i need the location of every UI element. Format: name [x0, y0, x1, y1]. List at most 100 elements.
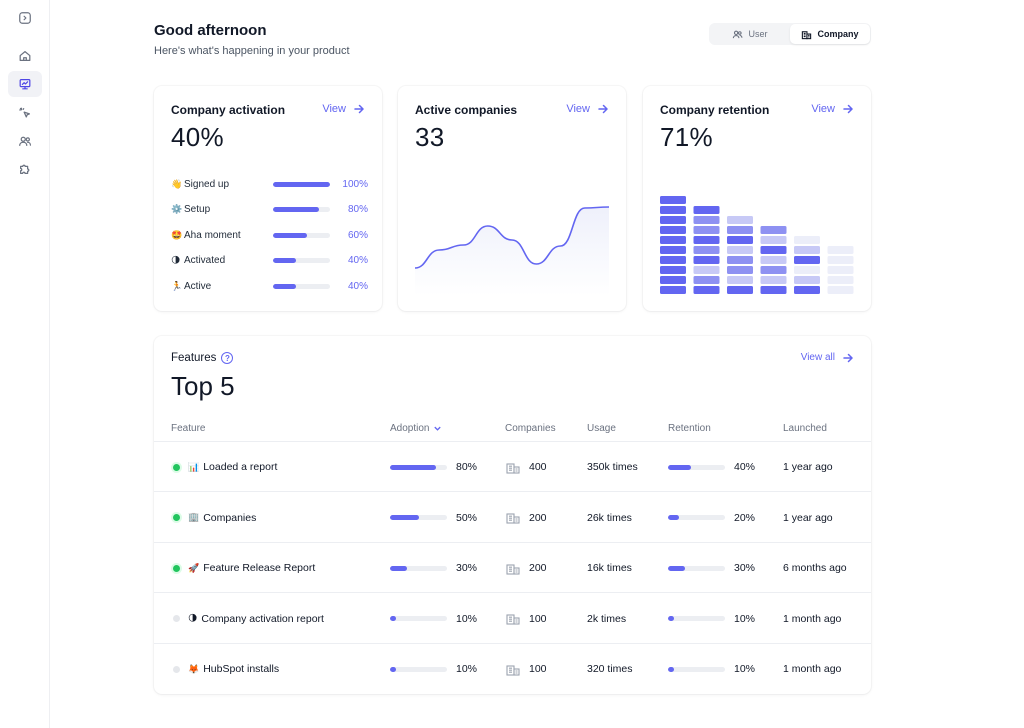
retention-percent: 30% [734, 562, 756, 574]
adoption-fill [390, 515, 419, 520]
toggle-company-button[interactable]: Company [790, 24, 870, 44]
table-row[interactable]: 🌗 Company activation report 10% 100 2k times… [154, 594, 871, 644]
retention-track [668, 616, 725, 621]
building-icon [802, 30, 812, 39]
building-icon [506, 563, 520, 575]
retention-cell: 20% [668, 493, 755, 543]
adoption-percent: 80% [456, 461, 478, 473]
usage-cell: 2k times [587, 612, 627, 625]
sidebar-item-users[interactable] [8, 128, 42, 154]
column-header-launched[interactable]: Launched [783, 423, 827, 434]
retention-track [668, 565, 725, 571]
launched-cell: 1 year ago [783, 511, 833, 524]
funnel-step: 🏃 Active 40% [171, 279, 368, 293]
retention-cell: 10% [668, 644, 755, 694]
usage-cell: 320 times [587, 663, 633, 675]
feature-emoji: 📊 [188, 461, 200, 472]
retention-track [668, 666, 725, 672]
step-label: Aha moment [184, 229, 241, 241]
arrow-right-icon [843, 104, 853, 114]
retention-fill [668, 464, 691, 470]
adoption-cell: 30% [390, 543, 477, 593]
column-header-feature[interactable]: Feature [171, 423, 205, 434]
companies-count: 200 [529, 562, 547, 574]
retention-cell: 40% [668, 442, 755, 492]
adoption-fill [390, 464, 436, 470]
table-row[interactable]: 🦊 HubSpot installs 10% 100 320 times 10% 1 mon… [154, 644, 871, 694]
help-icon[interactable]: ? [221, 352, 234, 364]
launched-cell: 6 months ago [783, 562, 847, 574]
adoption-track [390, 666, 447, 672]
column-header-retention[interactable]: Retention [668, 423, 711, 434]
users-icon [733, 30, 743, 38]
companies-count: 200 [529, 511, 547, 524]
retention-cell [727, 226, 753, 234]
column-header-companies[interactable]: Companies [505, 423, 556, 434]
launched-cell: 1 month ago [783, 663, 842, 675]
view-link[interactable]: View [811, 103, 853, 115]
companies-count: 400 [529, 461, 547, 473]
adoption-percent: 50% [456, 511, 478, 524]
feature-emoji: 🏢 [188, 512, 200, 522]
funnel-step: 🤩 Aha moment 60% [171, 228, 368, 242]
step-emoji: ⚙️ [171, 203, 183, 214]
features-title: Features ? [171, 352, 234, 364]
retention-cell [794, 286, 820, 294]
arrow-right-icon [598, 104, 608, 114]
status-dot [173, 665, 180, 673]
chevron-down-icon [434, 426, 442, 431]
sidebar-item-integrations[interactable] [8, 156, 42, 182]
retention-cell [693, 246, 720, 254]
sidebar-collapse-button[interactable] [8, 5, 42, 31]
sidebar-item-dashboard[interactable] [8, 71, 42, 97]
retention-track [668, 464, 725, 470]
metric-value: 40% [171, 122, 224, 152]
arrow-right-icon [843, 353, 853, 362]
table-row[interactable]: 🚀 Feature Release Report 30% 200 16k times 30… [154, 543, 871, 593]
step-progress-fill [273, 232, 308, 238]
retention-cell [693, 236, 720, 244]
toggle-company-label: Company [817, 29, 859, 39]
active-companies-card: Active companies View 33 [398, 86, 626, 311]
feature-emoji: 🦊 [188, 663, 200, 674]
column-header-usage[interactable]: Usage [587, 423, 616, 434]
retention-cell [693, 206, 720, 214]
retention-cell [760, 226, 787, 234]
retention-cell [827, 246, 854, 254]
retention-cell [727, 286, 753, 294]
metric-value: 33 [415, 122, 445, 152]
table-row[interactable]: 🏢 Companies 50% 200 26k times 20% 1 year ago [154, 493, 871, 543]
launched-cell: 1 month ago [783, 612, 842, 625]
adoption-percent: 10% [456, 663, 478, 675]
feature-name: Feature Release Report [203, 562, 316, 574]
sidebar-item-home[interactable] [8, 43, 42, 69]
retention-cell [693, 216, 720, 224]
retention-cell [727, 236, 753, 244]
view-label: View [566, 103, 590, 115]
step-progress-fill [273, 257, 296, 263]
sidebar-item-features[interactable] [8, 100, 42, 126]
view-link[interactable]: View [322, 103, 364, 115]
funnel-step: 👋 Signed up 100% [171, 177, 368, 191]
step-label: Activated [184, 254, 226, 266]
step-emoji: 👋 [171, 178, 183, 189]
feature-name: Loaded a report [203, 461, 278, 473]
adoption-cell: 80% [390, 442, 477, 492]
step-progress-fill [273, 181, 330, 187]
column-header-adoption[interactable]: Adoption [390, 423, 442, 434]
toggle-user-label: User [748, 29, 768, 39]
funnel-step: ⚙️ Setup 80% [171, 202, 368, 216]
step-emoji: 🤩 [171, 229, 183, 240]
step-percent: 80% [347, 203, 368, 215]
step-label: Setup [184, 203, 211, 215]
retention-percent: 10% [734, 612, 756, 625]
feature-name: HubSpot installs [203, 663, 280, 675]
table-row[interactable]: 📊 Loaded a report 80% 400 350k times 40% 1 yea… [154, 442, 871, 492]
toggle-user-button[interactable]: User [710, 24, 790, 44]
retention-cell [794, 256, 820, 264]
arrow-right-icon [354, 104, 364, 114]
view-all-link[interactable]: View all [801, 352, 853, 363]
adoption-cell: 50% [390, 493, 477, 543]
card-title: Active companies [415, 103, 518, 117]
view-link[interactable]: View [566, 103, 608, 115]
